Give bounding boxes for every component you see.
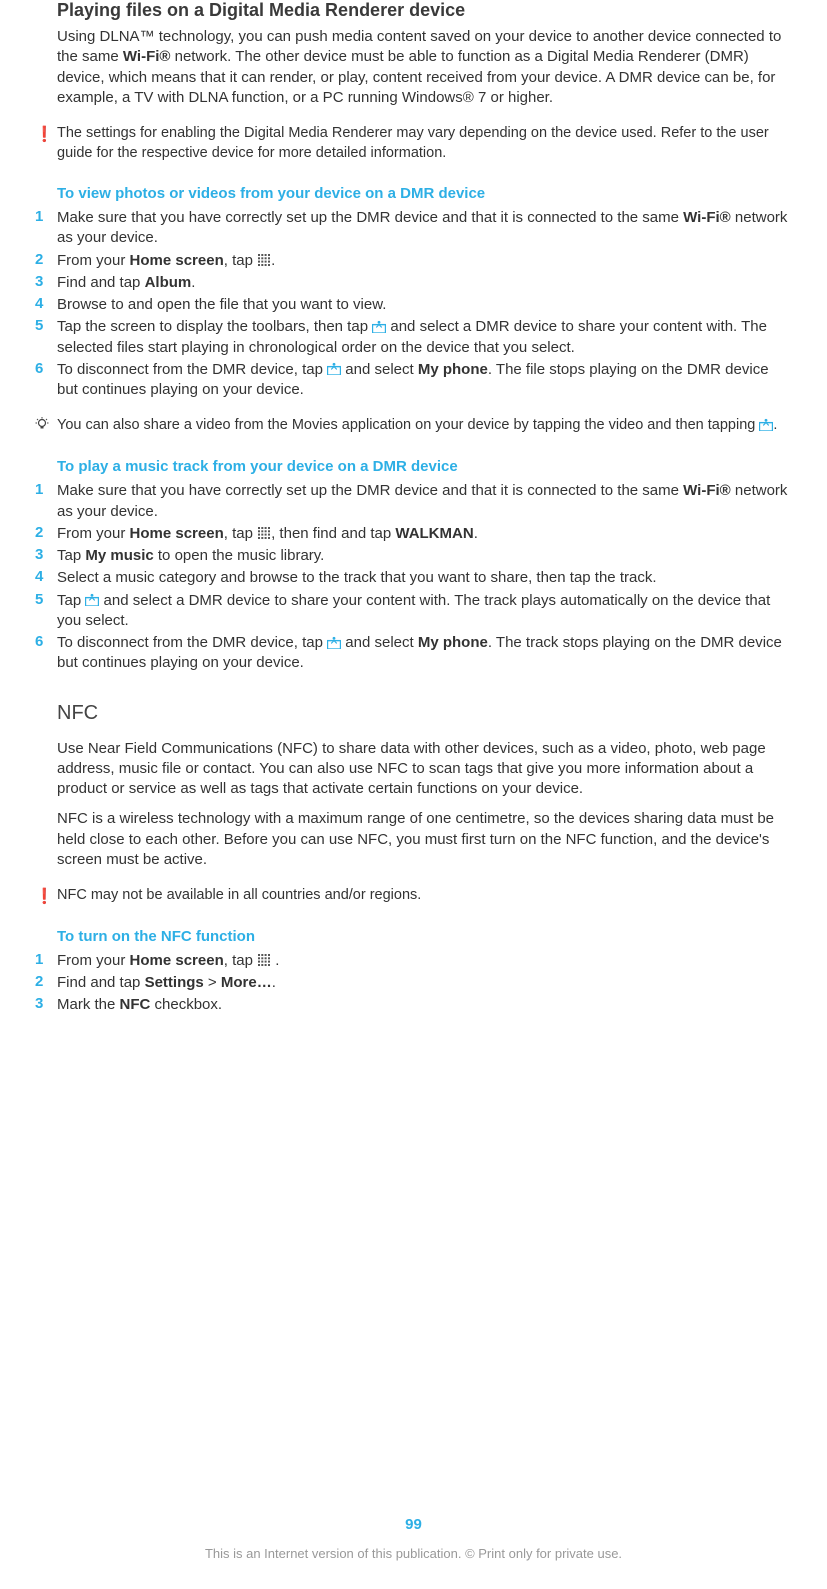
intro-paragraph: Using DLNA™ technology, you can push med… [57, 27, 792, 108]
important-icon: ❗ [35, 886, 57, 905]
proc3-step3: Mark the NFC checkbox. [57, 995, 792, 1015]
dmr-note: The settings for enabling the Digital Me… [57, 124, 792, 163]
proc3-heading: To turn on the NFC function [57, 928, 792, 945]
proc2-step4: Select a music category and browse to th… [57, 568, 792, 588]
proc1-steps: 1 Make sure that you have correctly set … [57, 208, 792, 400]
proc1-step6: To disconnect from the DMR device, tap a… [57, 360, 792, 401]
proc3-steps: 1 From your Home screen, tap . 2 Find an… [57, 951, 792, 1016]
proc2-step6: To disconnect from the DMR device, tap a… [57, 633, 792, 674]
proc2-steps: 1 Make sure that you have correctly set … [57, 481, 792, 673]
page-number: 99 [0, 1516, 827, 1533]
proc3-step2: Find and tap Settings > More…. [57, 973, 792, 993]
share-device-icon [372, 320, 386, 333]
proc2-step1: Make sure that you have correctly set up… [57, 481, 792, 522]
apps-icon [257, 527, 271, 539]
apps-icon [257, 254, 271, 266]
share-device-icon [327, 362, 341, 375]
proc3-step1: From your Home screen, tap . [57, 951, 792, 971]
proc1-step2: From your Home screen, tap . [57, 251, 792, 271]
proc2-heading: To play a music track from your device o… [57, 458, 792, 475]
nfc-p2: NFC is a wireless technology with a maxi… [57, 809, 792, 870]
proc1-heading: To view photos or videos from your devic… [57, 185, 792, 202]
proc1-tip: You can also share a video from the Movi… [57, 416, 792, 436]
proc1-step3: Find and tap Album. [57, 273, 792, 293]
nfc-p1: Use Near Field Communications (NFC) to s… [57, 739, 792, 800]
proc1-step1: Make sure that you have correctly set up… [57, 208, 792, 249]
share-device-icon [327, 636, 341, 649]
proc1-step5: Tap the screen to display the toolbars, … [57, 317, 792, 358]
nfc-heading: NFC [57, 702, 792, 725]
proc2-step3: Tap My music to open the music library. [57, 546, 792, 566]
footer-text: This is an Internet version of this publ… [0, 1546, 827, 1561]
share-device-icon [85, 593, 99, 606]
share-device-icon [759, 418, 773, 431]
apps-icon [257, 954, 271, 966]
important-icon: ❗ [35, 124, 57, 143]
tip-icon [35, 416, 57, 436]
section-title-dmr: Playing files on a Digital Media Rendere… [57, 0, 792, 21]
proc2-step5: Tap and select a DMR device to share you… [57, 591, 792, 632]
proc1-step4: Browse to and open the file that you wan… [57, 295, 792, 315]
nfc-note: NFC may not be available in all countrie… [57, 886, 792, 906]
proc2-step2: From your Home screen, tap , then find a… [57, 524, 792, 544]
